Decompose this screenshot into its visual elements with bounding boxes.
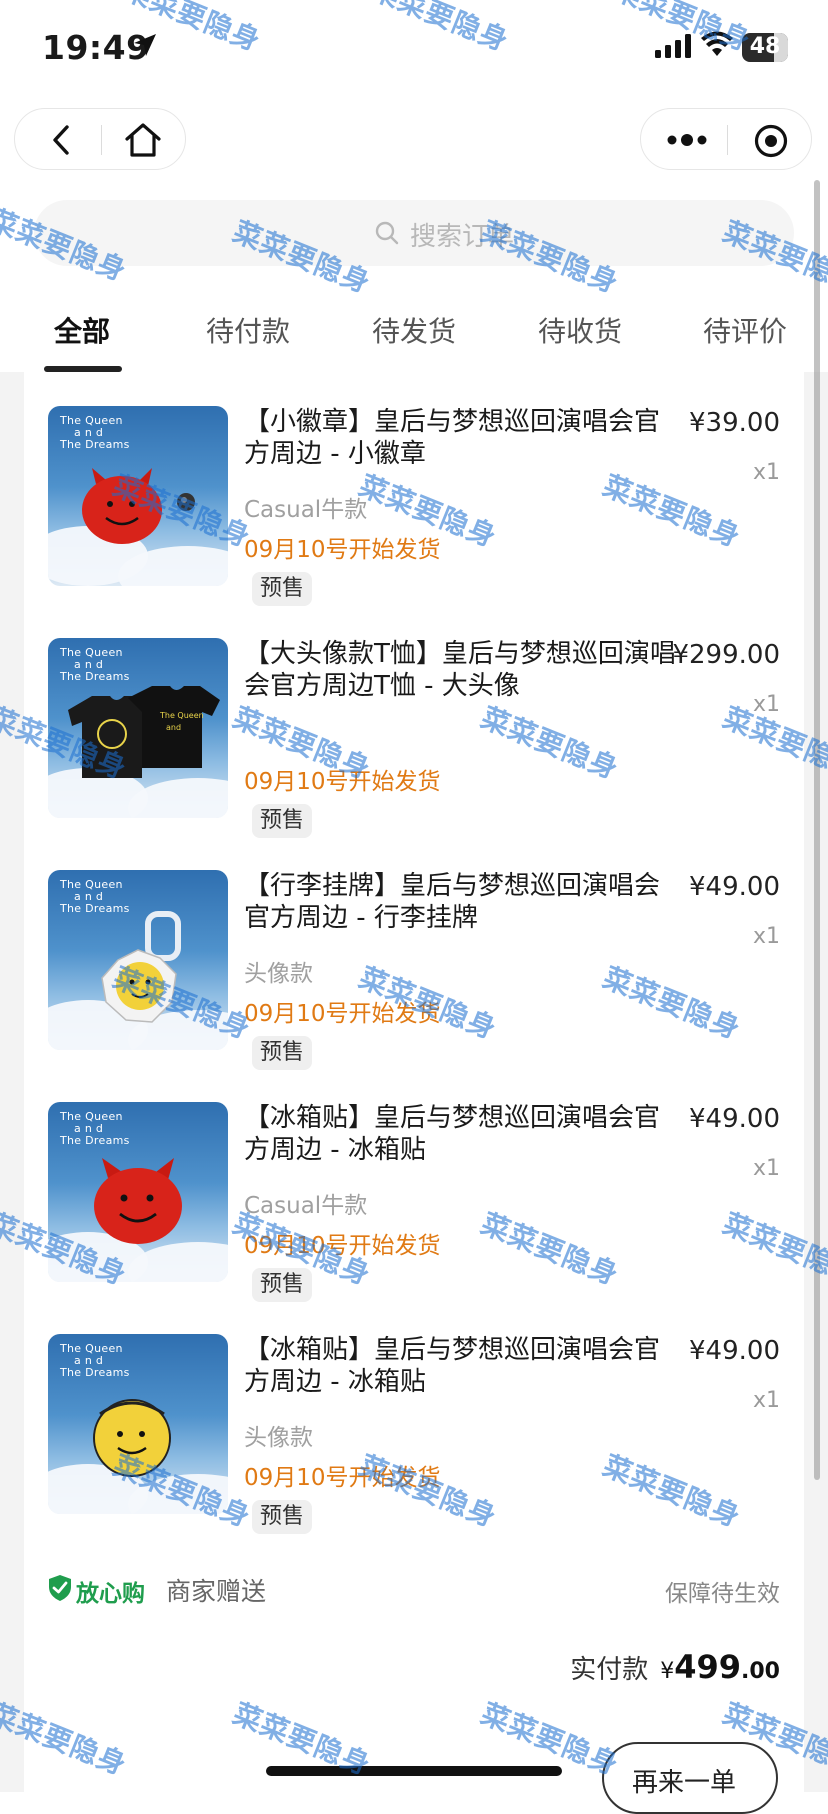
order-item[interactable]: The Queen a n d The Dreams 【冰箱贴】皇后与梦想巡回演…	[24, 1068, 804, 1302]
rebuy-button-label: 再来一单	[632, 1768, 737, 1798]
svg-text:and: and	[166, 723, 181, 732]
product-price: ¥39.00	[689, 408, 780, 438]
order-status-tabs: 全部 待付款 待发货 待收货 待评价	[0, 300, 828, 372]
product-title: 【冰箱贴】皇后与梦想巡回演唱会官方周边 - 冰箱贴	[244, 1103, 661, 1165]
svg-text:The Queen: The Queen	[159, 711, 204, 720]
divider	[101, 125, 102, 155]
scrollbar[interactable]	[814, 180, 820, 1480]
paid-amount-row: 实付款 ¥499.00	[570, 1648, 780, 1692]
product-title: 【小徽章】皇后与梦想巡回演唱会官方周边 - 小徽章	[244, 407, 661, 469]
paid-label: 实付款	[570, 1655, 649, 1685]
product-variant: 头像款	[244, 1425, 313, 1451]
presale-badge: 预售	[252, 572, 313, 606]
product-variant: 头像款	[244, 961, 313, 987]
divider	[727, 125, 728, 155]
shipping-date: 09月10号开始发货	[244, 537, 441, 563]
rebuy-button[interactable]: 再来一单	[602, 1742, 778, 1814]
product-title: 【大头像款T恤】皇后与梦想巡回演唱会官方周边T恤 - 大头像	[244, 639, 676, 701]
more-dots-icon[interactable]	[665, 125, 709, 155]
paid-amount-integer: 499	[674, 1648, 742, 1686]
product-quantity: x1	[752, 1156, 780, 1181]
product-price: ¥49.00	[689, 872, 780, 902]
presale-badge: 预售	[252, 1268, 313, 1302]
tab-pending-payment[interactable]: 待付款	[206, 310, 290, 350]
tab-pending-shipment[interactable]: 待发货	[372, 310, 456, 350]
presale-badge: 预售	[252, 804, 313, 838]
product-quantity: x1	[752, 1388, 780, 1413]
paid-amount-decimal: .00	[741, 1659, 780, 1684]
tab-pending-receipt[interactable]: 待收货	[538, 310, 622, 350]
search-icon	[375, 221, 399, 245]
order-search-input[interactable]: 搜索订单	[34, 200, 794, 266]
order-item[interactable]: The Queen a n d The Dreams The Queen and…	[24, 604, 804, 838]
paid-currency: ¥	[660, 1659, 675, 1684]
location-arrow-icon	[134, 34, 156, 56]
order-item[interactable]: The Queen a n d The Dreams 【行李挂牌】皇后与梦想巡回…	[24, 836, 804, 1070]
presale-badge: 预售	[252, 1500, 313, 1534]
product-price: ¥49.00	[689, 1336, 780, 1366]
shield-check-icon	[49, 1575, 71, 1601]
tab-pending-review[interactable]: 待评价	[703, 310, 787, 350]
product-title: 【冰箱贴】皇后与梦想巡回演唱会官方周边 - 冰箱贴	[244, 1335, 661, 1397]
product-title: 【行李挂牌】皇后与梦想巡回演唱会官方周边 - 行李挂牌	[244, 871, 661, 933]
product-variant: Casual牛款	[244, 497, 368, 523]
presale-badge: 预售	[252, 1036, 313, 1070]
close-miniprogram-icon[interactable]	[753, 123, 789, 159]
product-quantity: x1	[752, 460, 780, 485]
product-price: ¥49.00	[689, 1104, 780, 1134]
back-arrow-icon[interactable]	[45, 123, 79, 157]
product-price: ¥299.00	[672, 640, 780, 670]
nav-capsule-right	[640, 108, 812, 170]
home-icon[interactable]	[123, 121, 163, 159]
assurance-label: 放心购	[76, 1581, 145, 1607]
assurance-status: 保障待生效	[665, 1581, 780, 1607]
nav-capsule-left	[14, 108, 186, 170]
assurance-row[interactable]: 放心购 商家赠送 保障待生效	[48, 1572, 780, 1612]
product-quantity: x1	[752, 924, 780, 949]
merchant-gift-label: 商家赠送	[166, 1577, 267, 1606]
tab-all[interactable]: 全部	[54, 310, 110, 350]
home-indicator[interactable]	[266, 1766, 562, 1776]
